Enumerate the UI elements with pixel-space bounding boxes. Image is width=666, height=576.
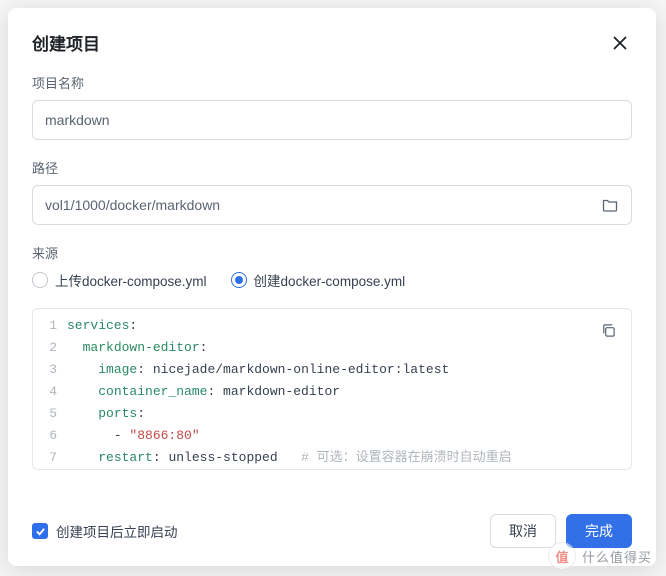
source-group: 来源 上传docker-compose.yml 创建docker-compose… <box>32 243 632 290</box>
path-label: 路径 <box>32 158 632 177</box>
code-line: 1services: <box>33 315 631 337</box>
project-name-input[interactable] <box>32 100 632 140</box>
confirm-button[interactable]: 完成 <box>566 514 632 548</box>
close-button[interactable] <box>608 31 632 55</box>
source-label: 来源 <box>32 243 632 262</box>
folder-icon <box>602 197 618 213</box>
code-line: 2 markdown-editor: <box>33 337 631 359</box>
browse-folder-button[interactable] <box>596 191 624 219</box>
compose-editor[interactable]: 1services: 2 markdown-editor: 3 image: n… <box>32 308 632 470</box>
radio-create-compose[interactable]: 创建docker-compose.yml <box>231 270 406 290</box>
cancel-button[interactable]: 取消 <box>490 514 556 548</box>
code-line: 7 restart: unless-stopped # 可选：设置容器在崩溃时自… <box>33 447 631 469</box>
radio-upload-compose[interactable]: 上传docker-compose.yml <box>32 270 207 290</box>
modal-title: 创建项目 <box>32 30 100 55</box>
create-project-modal: 创建项目 项目名称 路径 来源 上传docker-compose.yml 创建d… <box>8 8 656 566</box>
code-line: 4 container_name: markdown-editor <box>33 381 631 403</box>
radio-unchecked-icon <box>32 272 48 288</box>
copy-icon <box>601 323 616 338</box>
footer-actions: 取消 完成 <box>490 514 632 548</box>
path-group: 路径 <box>32 158 632 225</box>
code-line: 6 - "8866:80" <box>33 425 631 447</box>
modal-header: 创建项目 <box>32 30 632 55</box>
radio-checked-icon <box>231 272 247 288</box>
copy-button[interactable] <box>595 317 621 343</box>
close-icon <box>613 36 627 50</box>
modal-footer: 创建项目后立即启动 取消 完成 <box>32 514 632 548</box>
project-name-label: 项目名称 <box>32 73 632 92</box>
project-name-group: 项目名称 <box>32 73 632 140</box>
radio-upload-label: 上传docker-compose.yml <box>55 270 207 290</box>
code-line: 5 ports: <box>33 403 631 425</box>
checkbox-label: 创建项目后立即启动 <box>56 521 178 541</box>
radio-create-label: 创建docker-compose.yml <box>254 270 406 290</box>
start-after-create-checkbox[interactable]: 创建项目后立即启动 <box>32 521 178 541</box>
checkbox-checked-icon <box>32 523 48 539</box>
path-input[interactable] <box>32 185 632 225</box>
path-input-wrap <box>32 185 632 225</box>
code-line: 3 image: nicejade/markdown-online-editor… <box>33 359 631 381</box>
source-radio-group: 上传docker-compose.yml 创建docker-compose.ym… <box>32 270 632 290</box>
